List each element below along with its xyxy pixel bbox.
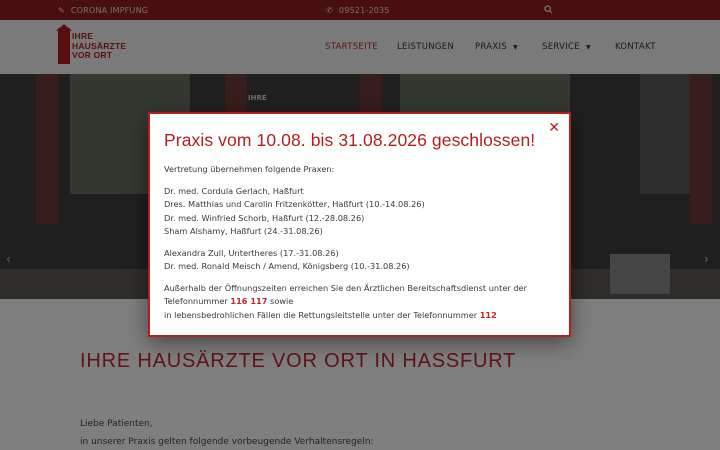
modal-title: Praxis vom 10.08. bis 31.08.2026 geschlo… bbox=[164, 130, 536, 150]
substitute-practice: Dres. Matthias und Carolin Fritzenkötter… bbox=[164, 199, 425, 209]
close-icon[interactable]: ✕ bbox=[548, 121, 560, 135]
modal-intro: Vertretung übernehmen folgende Praxen: bbox=[164, 164, 335, 174]
substitute-practice: Dr. med. Cordula Gerlach, Haßfurt bbox=[164, 185, 304, 196]
substitute-practice: Dr. med. Winfried Schorb, Haßfurt (12.-2… bbox=[164, 212, 365, 223]
after-hours-prefix: Telefonnummer bbox=[164, 296, 228, 306]
substitute-practice: Sham Alshamy, Haßfurt (24.-31.08.26) bbox=[164, 226, 323, 236]
after-hours-info: Außerhalb der Öffnungszeiten erreichen S… bbox=[164, 282, 555, 323]
after-hours-text: Außerhalb der Öffnungszeiten erreichen S… bbox=[164, 282, 527, 293]
after-hours-phone-line: Telefonnummer 116 117 sowie bbox=[164, 295, 555, 309]
emergency-number[interactable]: 112 bbox=[480, 310, 497, 320]
bereitschaftsdienst-number[interactable]: 116 117 bbox=[230, 296, 267, 306]
substitute-practice: Dr. med. Ronald Meisch / Amend, Königsbe… bbox=[164, 261, 410, 271]
emergency-line: in lebensbedrohlichen Fällen die Rettung… bbox=[164, 309, 555, 323]
substitute-group-1: Dr. med. Cordula Gerlach, Haßfurt Dres. … bbox=[164, 185, 555, 239]
emergency-text: in lebensbedrohlichen Fällen die Rettung… bbox=[164, 309, 478, 320]
substitute-practice: Alexandra Zull, Untertheres (17.-31.08.2… bbox=[164, 247, 339, 258]
closure-modal: ✕ Praxis vom 10.08. bis 31.08.2026 gesch… bbox=[148, 112, 571, 337]
substitute-group-2: Alexandra Zull, Untertheres (17.-31.08.2… bbox=[164, 247, 555, 274]
after-hours-suffix: sowie bbox=[270, 296, 294, 306]
